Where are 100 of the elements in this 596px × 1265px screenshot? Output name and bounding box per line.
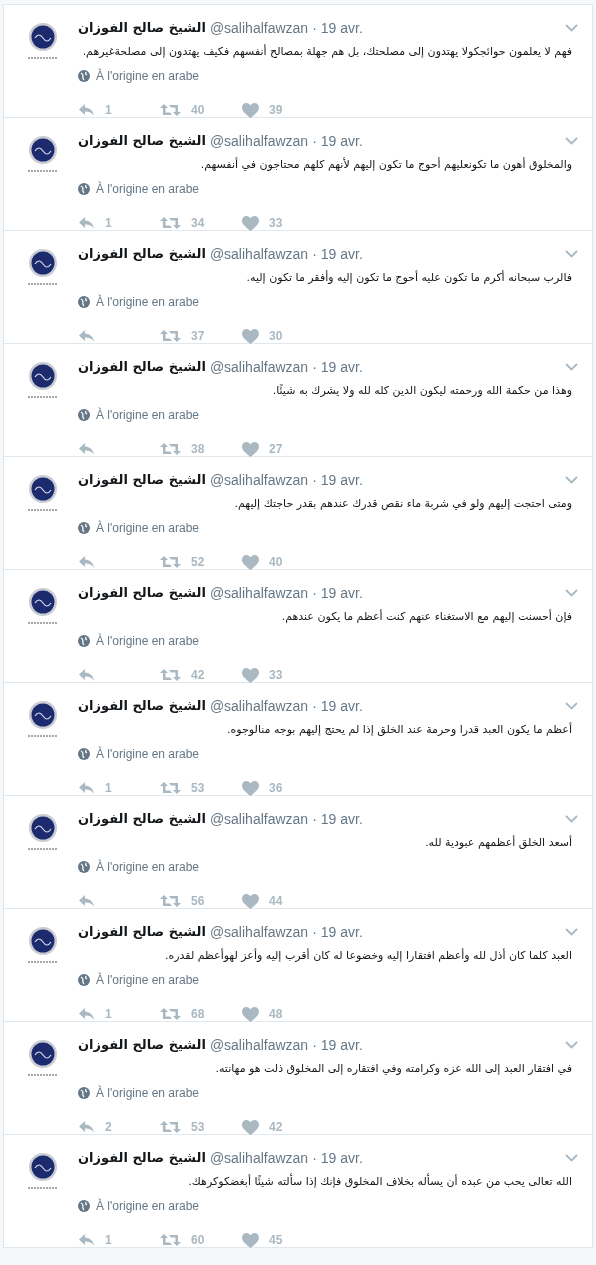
- reply-icon[interactable]: [78, 1007, 95, 1021]
- chevron-down-icon[interactable]: [565, 589, 578, 597]
- tweet-date[interactable]: 19 avr.: [320, 19, 363, 37]
- chevron-down-icon[interactable]: [565, 137, 578, 145]
- chevron-down-icon[interactable]: [565, 24, 578, 32]
- translation-note[interactable]: À l'origine en arabe: [96, 632, 200, 650]
- translation-note[interactable]: À l'origine en arabe: [96, 858, 200, 876]
- author-name[interactable]: الشيخ صالح الفوزان: [78, 19, 206, 37]
- heart-icon[interactable]: [242, 215, 259, 231]
- tweet-text: أعظم ما يكون العبد قدرا وحرمة عند الخلق إذا لم يحتج إليهم بوجه منالوجوه.: [226, 721, 573, 738]
- tweet-date[interactable]: 19 avr.: [320, 584, 363, 602]
- globe-icon: [78, 974, 90, 986]
- retweet-icon[interactable]: [160, 1233, 181, 1247]
- author-name[interactable]: الشيخ صالح الفوزان: [78, 358, 206, 376]
- retweet-icon[interactable]: [160, 668, 181, 682]
- tweet-date[interactable]: 19 avr.: [320, 810, 363, 828]
- heart-icon[interactable]: [242, 441, 259, 457]
- heart-icon[interactable]: [242, 1006, 259, 1022]
- translation-note[interactable]: À l'origine en arabe: [96, 745, 200, 763]
- chevron-down-icon[interactable]: [565, 476, 578, 484]
- tweet-date[interactable]: 19 avr.: [320, 245, 363, 263]
- retweet-icon[interactable]: [160, 1120, 181, 1134]
- chevron-down-icon[interactable]: [565, 815, 578, 823]
- author-name[interactable]: الشيخ صالح الفوزان: [78, 471, 206, 489]
- translation-note[interactable]: À l'origine en arabe: [96, 1084, 200, 1102]
- retweet-icon[interactable]: [160, 1007, 181, 1021]
- reply-icon[interactable]: [78, 1120, 95, 1134]
- chevron-down-icon[interactable]: [565, 702, 578, 710]
- retweet-icon[interactable]: [160, 781, 181, 795]
- translation-note[interactable]: À l'origine en arabe: [96, 971, 200, 989]
- chevron-down-icon[interactable]: [565, 250, 578, 258]
- author-handle[interactable]: @salihalfawzan: [209, 245, 309, 263]
- chevron-down-icon[interactable]: [565, 1041, 578, 1049]
- reply-count: 1: [105, 1232, 112, 1249]
- tweet-date[interactable]: 19 avr.: [320, 1036, 363, 1054]
- author-handle[interactable]: @salihalfawzan: [209, 471, 309, 489]
- retweet-icon[interactable]: [160, 329, 181, 343]
- author-handle[interactable]: @salihalfawzan: [209, 1149, 309, 1167]
- retweet-icon[interactable]: [160, 103, 181, 117]
- translation-note[interactable]: À l'origine en arabe: [96, 406, 200, 424]
- reply-icon[interactable]: [78, 1233, 95, 1247]
- heart-icon[interactable]: [242, 780, 259, 796]
- translation-note[interactable]: À l'origine en arabe: [96, 67, 200, 85]
- author-name[interactable]: الشيخ صالح الفوزان: [78, 584, 206, 602]
- author-name[interactable]: الشيخ صالح الفوزان: [78, 1149, 206, 1167]
- retweet-count: 60: [191, 1232, 205, 1249]
- tweet-text: أسعد الخلق أعظمهم عبودية لله.: [424, 834, 573, 851]
- heart-icon[interactable]: [242, 667, 259, 683]
- author-name[interactable]: الشيخ صالح الفوزان: [78, 245, 206, 263]
- author-name[interactable]: الشيخ صالح الفوزان: [78, 923, 206, 941]
- heart-icon[interactable]: [242, 1232, 259, 1248]
- author-handle[interactable]: @salihalfawzan: [209, 810, 309, 828]
- heart-icon[interactable]: [242, 102, 259, 118]
- translation-note[interactable]: À l'origine en arabe: [96, 293, 200, 311]
- chevron-down-icon[interactable]: [565, 1154, 578, 1162]
- heart-icon[interactable]: [242, 893, 259, 909]
- reply-icon[interactable]: [78, 103, 95, 117]
- translation-note[interactable]: À l'origine en arabe: [96, 180, 200, 198]
- tweet-date[interactable]: 19 avr.: [320, 697, 363, 715]
- tweet-text: فهم لا يعلمون حوائجكولا يهتدون إلى مصلحتك، بل هم جهلة بمصالح أنفسهم فكيف يهتدون إلى مصلحةغيرهم.: [81, 43, 573, 60]
- reply-icon[interactable]: [78, 216, 95, 230]
- heart-icon[interactable]: [242, 328, 259, 344]
- author-name[interactable]: الشيخ صالح الفوزان: [78, 1036, 206, 1054]
- author-handle[interactable]: @salihalfawzan: [209, 19, 309, 37]
- globe-icon: [78, 635, 90, 647]
- reply-icon[interactable]: [78, 555, 95, 569]
- heart-icon[interactable]: [242, 554, 259, 570]
- retweet-icon[interactable]: [160, 442, 181, 456]
- chevron-down-icon[interactable]: [565, 363, 578, 371]
- reply-icon[interactable]: [78, 329, 95, 343]
- reply-icon[interactable]: [78, 668, 95, 682]
- retweet-icon[interactable]: [160, 216, 181, 230]
- tweet-text: العبد كلما كان أذل لله وأعظم افتقارا إليه وخضوعا له كان أقرب إليه وأعز لهوأعظم لقدره.: [163, 947, 573, 964]
- reply-icon[interactable]: [78, 894, 95, 908]
- like-count: 40: [269, 554, 283, 571]
- author-name[interactable]: الشيخ صالح الفوزان: [78, 132, 206, 150]
- reply-icon[interactable]: [78, 442, 95, 456]
- author-handle[interactable]: @salihalfawzan: [209, 584, 309, 602]
- translation-note[interactable]: À l'origine en arabe: [96, 519, 200, 537]
- retweet-icon[interactable]: [160, 894, 181, 908]
- tweet-date[interactable]: 19 avr.: [320, 471, 363, 489]
- retweet-count: 40: [191, 102, 205, 119]
- retweet-icon[interactable]: [160, 555, 181, 569]
- author-handle[interactable]: @salihalfawzan: [209, 923, 309, 941]
- author-handle[interactable]: @salihalfawzan: [209, 1036, 309, 1054]
- tweet-text: الله تعالى يحب من عبده أن يسأله بخلاف المخلوق فإنك إذا سألته شيئًا أبغضكوكرهك.: [187, 1173, 573, 1190]
- author-handle[interactable]: @salihalfawzan: [209, 697, 309, 715]
- tweet-date[interactable]: 19 avr.: [320, 358, 363, 376]
- author-handle[interactable]: @salihalfawzan: [209, 358, 309, 376]
- author-handle[interactable]: @salihalfawzan: [209, 132, 309, 150]
- tweet-date[interactable]: 19 avr.: [320, 1149, 363, 1167]
- author-name[interactable]: الشيخ صالح الفوزان: [78, 697, 206, 715]
- chevron-down-icon[interactable]: [565, 928, 578, 936]
- author-name[interactable]: الشيخ صالح الفوزان: [78, 810, 206, 828]
- translation-note[interactable]: À l'origine en arabe: [96, 1197, 200, 1215]
- tweet-date[interactable]: 19 avr.: [320, 132, 363, 150]
- heart-icon[interactable]: [242, 1119, 259, 1135]
- reply-count: 1: [105, 780, 112, 797]
- tweet-date[interactable]: 19 avr.: [320, 923, 363, 941]
- reply-icon[interactable]: [78, 781, 95, 795]
